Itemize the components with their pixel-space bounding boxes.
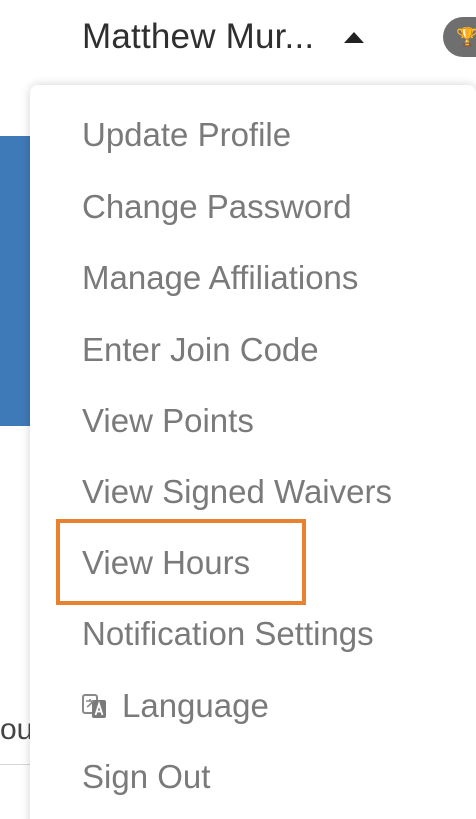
menu-item-label: Enter Join Code bbox=[82, 331, 319, 368]
menu-item-label: Update Profile bbox=[82, 116, 292, 153]
user-menu-toggle[interactable]: Matthew Mur... bbox=[82, 14, 365, 60]
menu-item-label: Notification Settings bbox=[82, 615, 374, 652]
menu-item-label: Manage Affiliations bbox=[82, 259, 359, 296]
menu-item-label: View Hours bbox=[82, 544, 251, 581]
menu-item-notification-settings[interactable]: Notification Settings bbox=[82, 611, 374, 657]
trophy-icon: 🏆 bbox=[456, 27, 476, 47]
menu-item-manage-affiliations[interactable]: Manage Affiliations bbox=[82, 255, 358, 301]
menu-item-sign-out[interactable]: Sign Out bbox=[82, 754, 210, 800]
menu-item-label: Change Password bbox=[82, 188, 352, 225]
trophy-badge[interactable]: 🏆 bbox=[443, 17, 476, 57]
menu-item-enter-join-code[interactable]: Enter Join Code bbox=[82, 327, 319, 373]
background-text-fragment: ou bbox=[0, 713, 30, 746]
background-divider bbox=[0, 764, 32, 765]
menu-item-language[interactable]: Language bbox=[82, 683, 269, 729]
background-banner bbox=[0, 136, 32, 426]
user-name: Matthew Mur... bbox=[82, 17, 315, 56]
menu-item-label: View Points bbox=[82, 402, 254, 439]
menu-item-label: View Signed Waivers bbox=[82, 473, 392, 510]
menu-item-view-hours[interactable]: View Hours bbox=[82, 540, 250, 586]
caret-up-icon bbox=[344, 31, 365, 43]
menu-item-view-signed-waivers[interactable]: View Signed Waivers bbox=[82, 469, 392, 515]
menu-item-update-profile[interactable]: Update Profile bbox=[82, 112, 291, 158]
menu-item-view-points[interactable]: View Points bbox=[82, 398, 254, 444]
translate-icon bbox=[82, 694, 106, 718]
screen: ou Matthew Mur... 🏆 Update Profile Chang… bbox=[0, 0, 476, 819]
user-dropdown-menu: Update Profile Change Password Manage Af… bbox=[30, 85, 476, 819]
menu-item-change-password[interactable]: Change Password bbox=[82, 184, 352, 230]
menu-item-label: Sign Out bbox=[82, 758, 211, 795]
menu-item-label: Language bbox=[122, 687, 269, 724]
